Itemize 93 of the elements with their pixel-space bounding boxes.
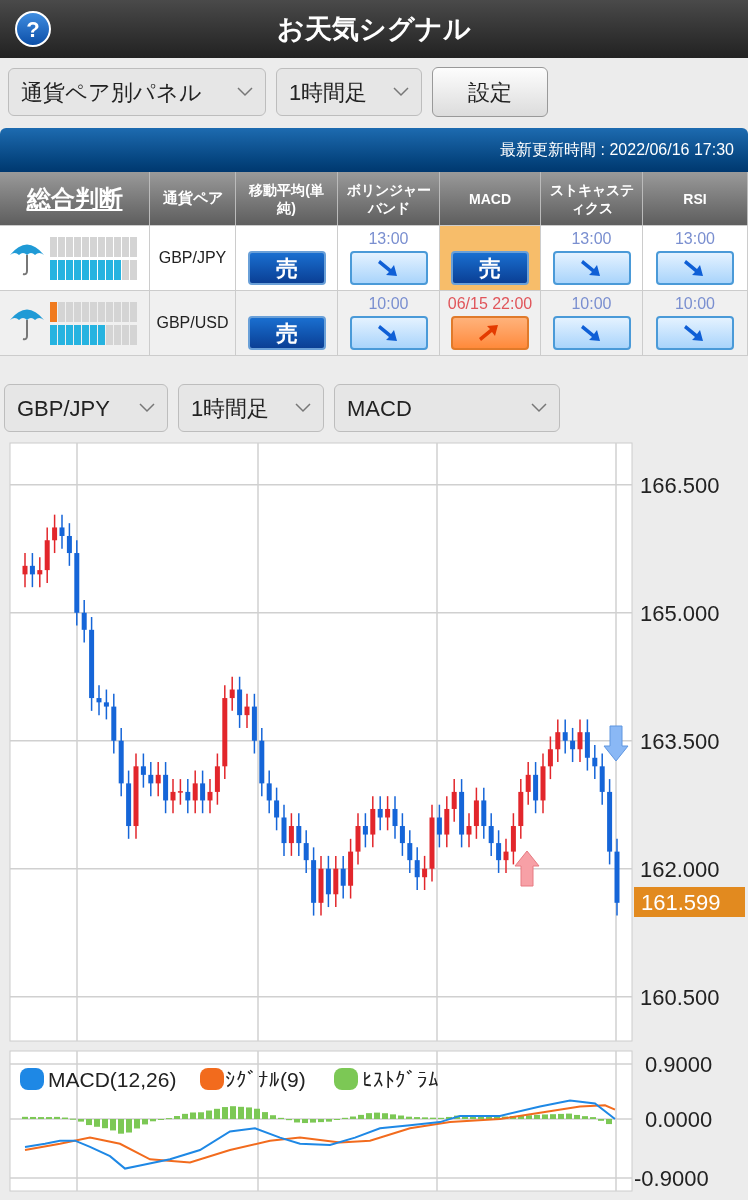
- candlestick: [303, 829, 309, 874]
- signal-time: 06/15 22:00: [447, 294, 533, 314]
- legend-label: ｼｸﾞﾅﾙ(9): [225, 1068, 306, 1091]
- candlestick: [140, 752, 146, 789]
- down-arrow-button[interactable]: [552, 316, 631, 350]
- candlestick: [192, 769, 198, 814]
- chevron-down-icon: [393, 87, 409, 97]
- candlestick: [555, 718, 561, 763]
- candlestick: [29, 552, 35, 588]
- candlestick: [185, 778, 191, 814]
- candlestick: [525, 761, 531, 806]
- candlestick: [59, 513, 65, 550]
- help-button[interactable]: ?: [15, 11, 51, 47]
- axis-label: 160.500: [640, 984, 720, 1010]
- axis-label: 166.500: [640, 472, 720, 498]
- candlestick: [377, 795, 383, 832]
- candlestick: [392, 795, 398, 840]
- candlestick: [148, 761, 154, 797]
- sell-button[interactable]: 売: [451, 251, 529, 285]
- view-select[interactable]: 通貨ペア別パネル: [8, 68, 266, 116]
- pair-select[interactable]: GBP/JPY: [4, 384, 168, 432]
- candlestick: [592, 744, 598, 780]
- candlestick: [266, 769, 272, 814]
- down-arrow-button[interactable]: [349, 251, 428, 285]
- candlestick: [547, 735, 553, 780]
- axis-label: 163.500: [640, 728, 720, 754]
- timeframe-select[interactable]: 1時間足: [178, 384, 324, 432]
- down-arrow-button[interactable]: [552, 251, 631, 285]
- candlestick: [407, 829, 413, 874]
- legend-label: MACD(12,26): [48, 1068, 177, 1091]
- candlestick: [503, 838, 509, 874]
- sell-button[interactable]: 売: [247, 251, 326, 285]
- axis-label: 162.000: [640, 856, 720, 882]
- candlestick: [37, 556, 43, 588]
- down-arrow-button[interactable]: [656, 316, 734, 350]
- candlestick: [562, 718, 568, 755]
- candlestick: [103, 688, 109, 721]
- candlestick: [244, 693, 250, 729]
- candlestick: [66, 522, 72, 567]
- candlestick: [422, 855, 428, 891]
- signal-time: 13:00: [571, 229, 612, 249]
- timeframe-select[interactable]: 1時間足: [276, 68, 422, 116]
- axis-label: 0.0000: [645, 1107, 713, 1132]
- candlestick: [496, 829, 502, 874]
- down-arrow-button[interactable]: [656, 251, 734, 285]
- currency-pair: GBP/USD: [156, 313, 229, 333]
- chevron-down-icon: [237, 87, 253, 97]
- candlestick: [274, 786, 280, 832]
- sell-button[interactable]: 売: [247, 316, 326, 350]
- candlestick: [362, 812, 368, 849]
- chevron-down-icon: [531, 403, 547, 413]
- down-arrow-button[interactable]: [349, 316, 428, 350]
- chevron-down-icon: [295, 403, 311, 413]
- candlestick: [414, 846, 420, 891]
- candlestick: [399, 812, 405, 857]
- candlestick: [81, 599, 87, 644]
- axis-label: 0.9000: [645, 1052, 713, 1077]
- sell-signal-arrow-icon: [603, 725, 629, 762]
- axis-label: -0.9000: [634, 1166, 709, 1191]
- candlestick: [436, 803, 442, 849]
- indicator-select[interactable]: MACD: [334, 384, 560, 432]
- signal-time: 10:00: [571, 294, 612, 314]
- candlestick: [488, 812, 494, 857]
- candlestick: [340, 855, 346, 900]
- candlestick: [200, 769, 206, 814]
- candlestick: [155, 761, 161, 797]
- settings-button[interactable]: 設定: [432, 67, 548, 117]
- candlestick: [570, 727, 576, 763]
- candlestick: [52, 513, 58, 554]
- candlestick: [385, 795, 391, 832]
- candlestick: [96, 684, 102, 716]
- candlestick: [229, 675, 235, 712]
- candlestick: [170, 778, 176, 814]
- candlestick: [22, 552, 28, 588]
- signal-time: 13:00: [368, 229, 409, 249]
- candlestick: [577, 718, 583, 763]
- candlestick: [177, 778, 184, 806]
- currency-pair: GBP/JPY: [158, 248, 227, 268]
- signal-time: 10:00: [368, 294, 409, 314]
- candlestick: [288, 812, 294, 857]
- candlestick: [207, 778, 213, 814]
- axis-label: 165.000: [640, 600, 720, 626]
- candlestick: [296, 812, 302, 857]
- legend-label: ﾋｽﾄｸﾞﾗﾑ: [362, 1068, 439, 1091]
- current-price-label: 161.599: [634, 887, 745, 917]
- candlestick: [451, 778, 457, 823]
- update-time: 最新更新時間 : 2022/06/16 17:30: [500, 140, 734, 160]
- chevron-down-icon: [139, 403, 155, 413]
- buy-signal-arrow-icon: [514, 850, 540, 887]
- candlestick: [466, 812, 472, 849]
- app-title: お天気シグナル: [277, 12, 471, 46]
- signal-time: 13:00: [674, 229, 715, 249]
- signal-time: 10:00: [674, 294, 715, 314]
